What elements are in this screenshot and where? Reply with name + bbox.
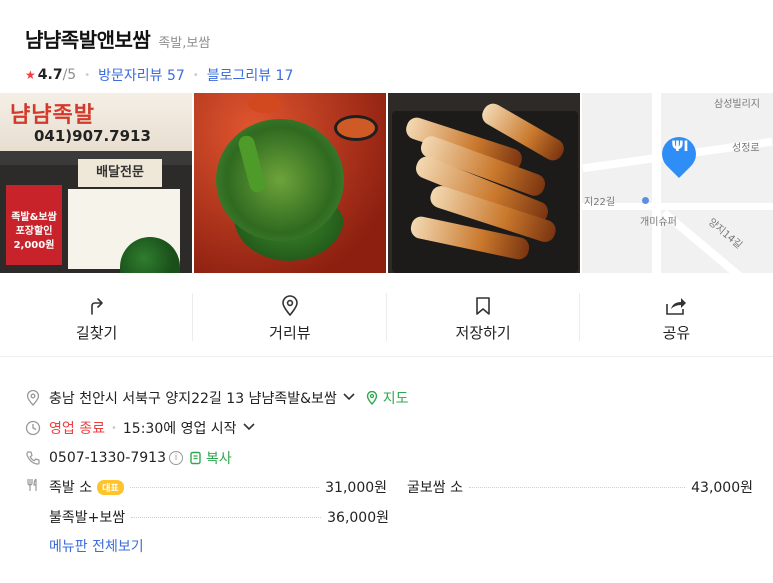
menu-item[interactable]: 족발 소 대표 31,000원 xyxy=(49,477,387,497)
hours-row[interactable]: 영업 종료 • 15:30에 영업 시작 xyxy=(25,416,753,440)
menu-section: 족발 소 대표 31,000원 굴보쌈 소 43,000원 불족발+보쌈 36,… xyxy=(25,476,753,556)
restaurant-icon: ΨΙ xyxy=(671,139,689,155)
location-pin-icon xyxy=(279,295,301,317)
rating-max: /5 xyxy=(62,67,77,83)
map-pin-small-icon xyxy=(366,391,377,405)
place-title: 냠냠족발앤보쌈 xyxy=(25,28,151,52)
sauce-bowl xyxy=(248,95,282,113)
directions-label: 길찾기 xyxy=(75,324,118,342)
menu-item[interactable]: 불족발+보쌈 36,000원 xyxy=(49,507,389,527)
map-label: 성정로 xyxy=(732,143,760,154)
place-category: 족발,보쌈 xyxy=(158,36,211,51)
menu-item-name: 굴보쌈 소 xyxy=(407,480,463,496)
separator-dot: • xyxy=(192,69,199,81)
menu-item-price: 36,000원 xyxy=(327,510,389,526)
street-view-button[interactable]: 거리뷰 xyxy=(193,273,387,356)
share-button[interactable]: 공유 xyxy=(580,273,773,356)
photo-lettuce-wraps[interactable] xyxy=(194,93,386,273)
view-full-menu-link[interactable]: 메뉴판 전체보기 xyxy=(49,536,753,556)
storefront-panel-text: 족발&보쌈 포장할인 2,000원 xyxy=(11,212,57,251)
rating-value: 4.7 xyxy=(37,67,63,83)
signature-badge: 대표 xyxy=(97,479,124,495)
separator-dot: • xyxy=(84,69,91,81)
place-header: 냠냠족발앤보쌈 족발,보쌈 ★ 4.7 /5 • 방문자리뷰 57 • 블로그리… xyxy=(25,24,753,85)
map-label: 개미슈퍼 xyxy=(640,217,677,228)
street-view-label: 거리뷰 xyxy=(269,324,311,342)
address-row: 충남 천안시 서북구 양지22길 13 냠냠족발&보쌈 지도 xyxy=(25,386,753,410)
menu-item-price: 43,000원 xyxy=(691,480,753,496)
visitor-reviews-link[interactable]: 방문자리뷰 57 xyxy=(98,65,185,85)
directions-button[interactable]: 길찾기 xyxy=(0,273,194,356)
fork-knife-icon xyxy=(25,477,41,497)
phone-row: 0507-1330-7913 i 복사 xyxy=(25,446,753,470)
map-link-label: 지도 xyxy=(382,391,409,407)
dotted-leader xyxy=(469,486,686,488)
map-label: 삼성빌리지 xyxy=(714,99,760,110)
save-label: 저장하기 xyxy=(455,324,511,342)
menu-row: 불족발+보쌈 36,000원 xyxy=(25,506,753,528)
dotted-leader xyxy=(131,516,322,518)
phone-number[interactable]: 0507-1330-7913 xyxy=(49,450,166,466)
bookmark-icon xyxy=(472,295,494,317)
address-text: 충남 천안시 서북구 양지22길 13 냠냠족발&보쌈 xyxy=(49,391,337,407)
share-icon xyxy=(665,295,687,317)
phone-icon xyxy=(25,450,41,466)
map-road xyxy=(652,93,661,273)
business-status: 영업 종료 xyxy=(49,421,105,437)
storefront-menu-board: 배달전문 xyxy=(78,159,162,187)
directions-icon xyxy=(86,295,108,317)
action-bar: 길찾기 거리뷰 저장하기 공유 xyxy=(0,273,773,357)
place-info: 충남 천안시 서북구 양지22길 13 냠냠족발&보쌈 지도 영업 종료 • 1… xyxy=(25,386,753,476)
map-label: 양지14길 xyxy=(705,216,744,252)
chevron-down-icon[interactable] xyxy=(342,390,356,406)
menu-item-price: 31,000원 xyxy=(325,480,388,496)
star-icon: ★ xyxy=(25,68,36,82)
location-icon xyxy=(25,390,41,406)
separator-dot: • xyxy=(110,422,117,434)
copy-icon xyxy=(190,451,201,465)
copy-label: 복사 xyxy=(206,451,232,467)
map-link[interactable]: 지도 xyxy=(366,388,409,408)
side-bowl xyxy=(334,115,378,141)
menu-item-name: 족발 소 xyxy=(49,480,93,496)
business-status-detail: 15:30에 영업 시작 xyxy=(122,421,237,437)
blog-reviews-link[interactable]: 블로그리뷰 17 xyxy=(207,65,294,85)
menu-item-name: 불족발+보쌈 xyxy=(49,510,126,526)
info-icon[interactable]: i xyxy=(169,451,183,465)
chevron-down-icon[interactable] xyxy=(242,420,256,436)
map-label: 지22길 xyxy=(584,197,616,208)
menu-row: 족발 소 대표 31,000원 굴보쌈 소 43,000원 xyxy=(25,476,753,498)
copy-button[interactable]: 복사 xyxy=(189,448,232,468)
map-thumbnail[interactable]: 삼성빌리지 성정로 지22길 개미슈퍼 양지14길 ΨΙ xyxy=(582,93,773,273)
photo-storefront[interactable]: 냠냠족발 041)907.7913 배달전문 족발&보쌈 포장할인 2,000원 xyxy=(0,93,192,273)
clock-icon xyxy=(25,420,41,436)
dotted-leader xyxy=(129,486,320,488)
photo-jokbal[interactable] xyxy=(388,93,580,273)
lettuce-leaves xyxy=(216,119,344,241)
photo-strip: 냠냠족발 041)907.7913 배달전문 족발&보쌈 포장할인 2,000원… xyxy=(0,93,773,273)
save-button[interactable]: 저장하기 xyxy=(387,273,580,356)
menu-item[interactable]: 굴보쌈 소 43,000원 xyxy=(407,477,753,497)
storefront-phone-text: 041)907.7913 xyxy=(34,127,151,145)
share-label: 공유 xyxy=(662,324,691,342)
poi-dot xyxy=(642,197,649,204)
storefront-sign-text: 냠냠족발 xyxy=(10,103,95,128)
